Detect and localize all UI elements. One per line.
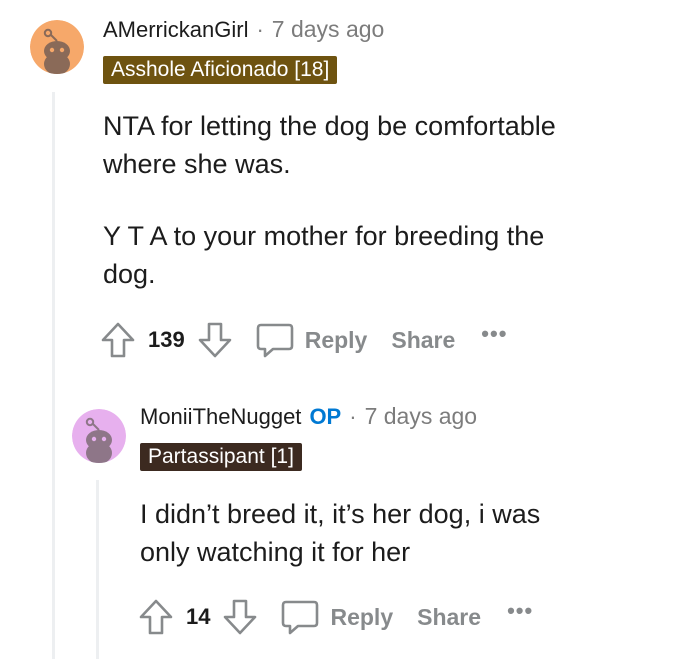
timestamp[interactable]: 7 days ago bbox=[272, 16, 385, 43]
upvote-arrow-icon[interactable] bbox=[100, 321, 136, 359]
comment-paragraph: NTA for letting the dog be comfortable w… bbox=[103, 111, 556, 179]
meta-separator: · bbox=[349, 404, 357, 429]
thread-line-nested[interactable] bbox=[96, 480, 99, 659]
comment-actions: 139 Reply Share ••• bbox=[100, 321, 507, 359]
meta-separator: · bbox=[256, 17, 264, 42]
comment-bubble-icon[interactable] bbox=[255, 321, 295, 359]
vote-score: 14 bbox=[186, 604, 211, 629]
avatar[interactable] bbox=[30, 20, 84, 74]
snoo-avatar-icon bbox=[72, 409, 126, 463]
share-button[interactable]: Share bbox=[417, 604, 481, 631]
avatar[interactable] bbox=[72, 409, 126, 463]
comment-meta: MoniiTheNugget OP · 7 days ago bbox=[140, 403, 477, 430]
downvote-arrow-icon[interactable] bbox=[222, 598, 258, 636]
comment-actions: 14 Reply Share ••• bbox=[138, 598, 533, 636]
more-options-button[interactable]: ••• bbox=[507, 598, 533, 624]
op-badge: OP bbox=[309, 404, 342, 429]
vote-score: 139 bbox=[148, 327, 185, 352]
comment-paragraph: I didn’t breed it, it’s her dog, i was o… bbox=[140, 499, 541, 567]
upvote-arrow-icon[interactable] bbox=[138, 598, 174, 636]
comment-body: I didn’t breed it, it’s her dog, i was o… bbox=[140, 495, 560, 571]
snoo-avatar-icon bbox=[30, 20, 84, 74]
comment-bubble-icon[interactable] bbox=[280, 598, 320, 636]
username[interactable]: AMerrickanGirl bbox=[103, 17, 248, 43]
thread-line-top[interactable] bbox=[52, 92, 55, 659]
user-flair: Partassipant [1] bbox=[140, 443, 302, 471]
reply-button[interactable]: Reply bbox=[305, 327, 368, 354]
downvote-arrow-icon[interactable] bbox=[197, 321, 233, 359]
user-flair: Asshole Aficionado [18] bbox=[103, 56, 338, 84]
share-button[interactable]: Share bbox=[391, 327, 455, 354]
comment-body: NTA for letting the dog be comfortable w… bbox=[103, 107, 563, 293]
timestamp[interactable]: 7 days ago bbox=[365, 403, 478, 430]
more-options-button[interactable]: ••• bbox=[481, 321, 507, 347]
comment-paragraph: Y T A to your mother for breeding the do… bbox=[103, 221, 545, 289]
reply-button[interactable]: Reply bbox=[330, 604, 393, 631]
comment-meta: AMerrickanGirl · 7 days ago bbox=[103, 16, 384, 43]
username[interactable]: MoniiTheNugget bbox=[140, 404, 301, 430]
